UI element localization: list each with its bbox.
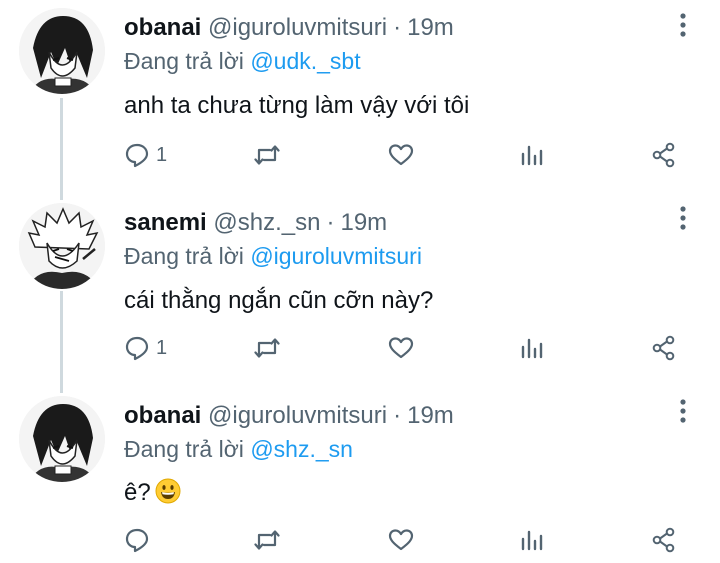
reply-icon bbox=[125, 528, 149, 553]
reply-count: 1 bbox=[156, 143, 168, 166]
tweet-header: obanai @iguroluvmitsuri · 19m bbox=[124, 14, 454, 42]
like-button[interactable] bbox=[388, 138, 414, 172]
action-bar bbox=[0, 523, 720, 557]
action-bar: 1 bbox=[0, 331, 720, 365]
share-button[interactable] bbox=[651, 331, 677, 365]
reply-count: 1 bbox=[156, 336, 168, 359]
share-icon bbox=[652, 142, 675, 168]
retweet-button[interactable] bbox=[254, 523, 280, 557]
reply-button[interactable] bbox=[124, 523, 156, 557]
share-button[interactable] bbox=[651, 523, 677, 557]
separator-dot: · bbox=[326, 209, 335, 236]
retweet-button[interactable] bbox=[254, 138, 280, 172]
reply-button[interactable]: 1 bbox=[124, 138, 167, 172]
user-handle[interactable]: @shz._sn bbox=[213, 209, 320, 236]
like-button[interactable] bbox=[388, 523, 414, 557]
mention-link[interactable]: @shz._sn bbox=[250, 436, 353, 462]
display-name[interactable]: sanemi bbox=[124, 209, 207, 236]
tweet-text-container: ê? bbox=[124, 478, 181, 507]
replying-to: Đang trả lời @shz._sn bbox=[124, 436, 353, 463]
views-button[interactable] bbox=[519, 331, 545, 365]
retweet-icon bbox=[254, 145, 280, 165]
replying-to-label: Đang trả lời bbox=[124, 243, 244, 269]
avatar[interactable] bbox=[19, 396, 105, 482]
reply-icon bbox=[125, 143, 149, 168]
more-options-icon[interactable] bbox=[672, 205, 694, 231]
tweet-text: cái thằng ngắn cũn cỡn này? bbox=[124, 287, 434, 314]
retweet-button[interactable] bbox=[254, 331, 280, 365]
timestamp[interactable]: 19m bbox=[340, 209, 387, 236]
grinning-face-emoji-icon bbox=[155, 478, 181, 504]
like-icon bbox=[388, 144, 414, 166]
views-icon bbox=[521, 145, 543, 166]
separator-dot: · bbox=[393, 402, 402, 429]
tweet-header: obanai @iguroluvmitsuri · 19m bbox=[124, 402, 454, 430]
share-icon bbox=[652, 335, 675, 361]
timestamp[interactable]: 19m bbox=[407, 14, 454, 41]
like-icon bbox=[388, 337, 414, 359]
display-name[interactable]: obanai bbox=[124, 402, 201, 429]
avatar-image bbox=[19, 8, 105, 94]
tweet-header: sanemi @shz._sn · 19m bbox=[124, 209, 387, 237]
replying-to-label: Đang trả lời bbox=[124, 48, 244, 74]
mention-link[interactable]: @iguroluvmitsuri bbox=[250, 243, 422, 269]
like-button[interactable] bbox=[388, 331, 414, 365]
like-icon bbox=[388, 529, 414, 551]
tweet[interactable]: obanai @iguroluvmitsuri · 19m Đang trả lời… bbox=[0, 388, 720, 563]
views-button[interactable] bbox=[519, 138, 545, 172]
retweet-icon bbox=[254, 530, 280, 550]
avatar[interactable] bbox=[19, 203, 105, 289]
views-icon bbox=[521, 530, 543, 551]
tweet[interactable]: obanai @iguroluvmitsuri · 19m Đang trả lời… bbox=[0, 0, 720, 195]
user-handle[interactable]: @iguroluvmitsuri bbox=[208, 14, 387, 41]
reply-icon bbox=[125, 336, 149, 361]
avatar-image bbox=[19, 203, 105, 289]
display-name[interactable]: obanai bbox=[124, 14, 201, 41]
replying-to: Đang trả lời @udk._sbt bbox=[124, 48, 361, 75]
user-handle[interactable]: @iguroluvmitsuri bbox=[208, 402, 387, 429]
action-bar: 1 bbox=[0, 138, 720, 172]
avatar[interactable] bbox=[19, 8, 105, 94]
views-icon bbox=[521, 338, 543, 359]
share-button[interactable] bbox=[651, 138, 677, 172]
retweet-icon bbox=[254, 338, 280, 358]
tweet-text: anh ta chưa từng làm vậy với tôi bbox=[124, 92, 470, 119]
separator-dot: · bbox=[393, 14, 402, 41]
tweet-text: ê? bbox=[124, 479, 151, 506]
tweet[interactable]: sanemi @shz._sn · 19m Đang trả lời @igurol… bbox=[0, 195, 720, 388]
replying-to-label: Đang trả lời bbox=[124, 436, 244, 462]
mention-link[interactable]: @udk._sbt bbox=[250, 48, 360, 74]
reply-button[interactable]: 1 bbox=[124, 331, 167, 365]
views-button[interactable] bbox=[519, 523, 545, 557]
share-icon bbox=[652, 527, 675, 553]
timestamp[interactable]: 19m bbox=[407, 402, 454, 429]
replying-to: Đang trả lời @iguroluvmitsuri bbox=[124, 243, 422, 270]
avatar-image bbox=[19, 396, 105, 482]
more-options-icon[interactable] bbox=[672, 398, 694, 424]
more-options-icon[interactable] bbox=[672, 12, 694, 38]
